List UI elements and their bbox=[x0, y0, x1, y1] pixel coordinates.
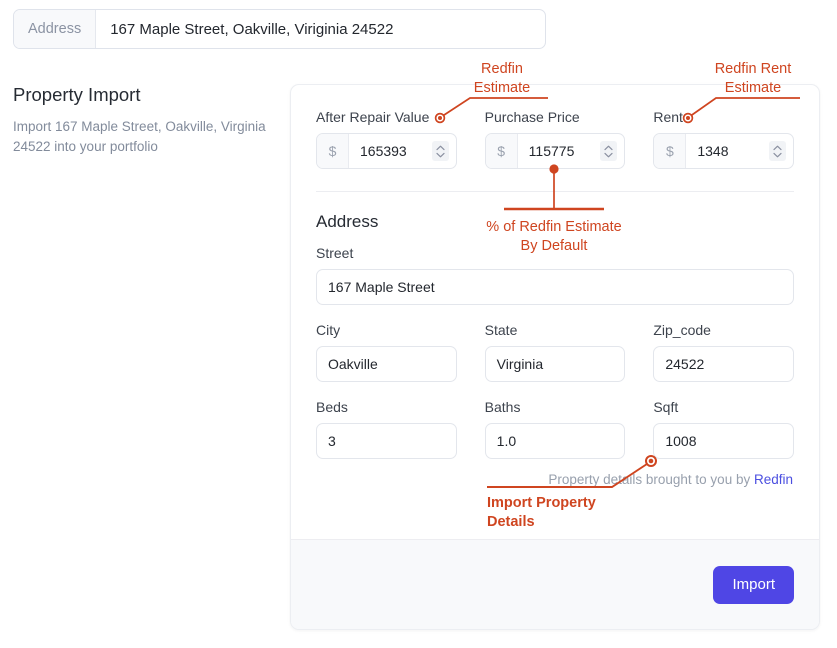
redfin-link[interactable]: Redfin bbox=[754, 472, 793, 487]
rent-input-group[interactable]: $ 1348 bbox=[653, 133, 795, 169]
baths-input[interactable]: 1.0 bbox=[486, 433, 625, 449]
city-label: City bbox=[316, 322, 341, 338]
field-rent: Rent $ 1348 bbox=[653, 109, 795, 169]
annotation-redfin-rent-line1: Redfin Rent bbox=[714, 61, 792, 77]
field-after-repair-value: After Repair Value $ 165393 bbox=[316, 109, 457, 169]
annotation-percent-line2: By Default bbox=[520, 238, 588, 255]
import-form: After Repair Value $ 165393 Purchase Pri… bbox=[291, 85, 819, 487]
purchase-price-label: Purchase Price bbox=[484, 109, 580, 125]
after-repair-value-label: After Repair Value bbox=[316, 109, 430, 125]
redfin-credit-text: Property details brought to you by bbox=[548, 472, 754, 487]
field-beds: Beds 3 bbox=[316, 399, 457, 459]
annotation-percent-line1: % of Redfin Estimate bbox=[486, 219, 622, 235]
currency-icon: $ bbox=[654, 134, 687, 168]
beds-input[interactable]: 3 bbox=[317, 433, 456, 449]
zip-code-input-group[interactable]: 24522 bbox=[653, 346, 795, 382]
annotation-redfin-rent-line2: Estimate bbox=[724, 80, 782, 97]
field-baths: Baths 1.0 bbox=[484, 399, 626, 459]
number-stepper-icon[interactable] bbox=[431, 141, 449, 161]
number-stepper-icon[interactable] bbox=[600, 141, 618, 161]
financials-row: After Repair Value $ 165393 Purchase Pri… bbox=[316, 109, 795, 169]
annotation-redfin-estimate-line2: Estimate bbox=[473, 80, 531, 97]
field-purchase-price: Purchase Price $ 115775 bbox=[484, 109, 626, 169]
beds-baths-sqft-row: Beds 3 Baths 1.0 Sqft 1008 bbox=[316, 399, 795, 459]
beds-input-group[interactable]: 3 bbox=[316, 423, 457, 459]
field-city: City Oakville bbox=[316, 322, 457, 382]
page-description: Import 167 Maple Street, Oakville, Virgi… bbox=[13, 119, 266, 154]
address-input[interactable]: 167 Maple Street, Oakville, Viriginia 24… bbox=[96, 10, 545, 48]
address-search-bar[interactable]: Address 167 Maple Street, Oakville, Viri… bbox=[13, 9, 546, 49]
after-repair-value-input[interactable]: 165393 bbox=[349, 143, 432, 159]
zip-code-input[interactable]: 24522 bbox=[654, 356, 793, 372]
annotation-import-property-details: Import Property Details bbox=[487, 495, 596, 531]
card-footer: Import bbox=[291, 539, 819, 629]
state-input[interactable]: Virginia bbox=[486, 356, 625, 372]
page-title: Property Import bbox=[13, 84, 141, 105]
street-input-group[interactable]: 167 Maple Street bbox=[316, 269, 794, 305]
address-bar-label: Address bbox=[14, 10, 97, 48]
zip-code-label: Zip_code bbox=[653, 322, 711, 338]
import-button[interactable]: Import bbox=[713, 565, 794, 604]
state-label: State bbox=[484, 322, 518, 338]
city-input-group[interactable]: Oakville bbox=[316, 346, 457, 382]
beds-label: Beds bbox=[316, 399, 348, 415]
section-divider bbox=[316, 191, 794, 192]
field-state: State Virginia bbox=[484, 322, 626, 382]
annotation-redfin-rent-estimate: Redfin Rent Estimate bbox=[693, 60, 813, 99]
state-input-group[interactable]: Virginia bbox=[484, 346, 626, 382]
rent-input[interactable]: 1348 bbox=[686, 143, 769, 159]
sqft-label: Sqft bbox=[653, 399, 679, 415]
annotation-redfin-estimate: Redfin Estimate bbox=[462, 60, 542, 99]
currency-icon: $ bbox=[485, 134, 518, 168]
city-input[interactable]: Oakville bbox=[317, 356, 456, 372]
field-sqft: Sqft 1008 bbox=[653, 399, 795, 459]
baths-input-group[interactable]: 1.0 bbox=[484, 423, 626, 459]
annotation-redfin-estimate-line1: Redfin bbox=[481, 61, 523, 77]
property-import-card: After Repair Value $ 165393 Purchase Pri… bbox=[290, 84, 820, 630]
city-state-zip-row: City Oakville State Virginia Zip_code 24… bbox=[316, 322, 795, 382]
currency-icon: $ bbox=[317, 134, 349, 168]
field-zip-code: Zip_code 24522 bbox=[653, 322, 795, 382]
rent-label: Rent bbox=[653, 109, 683, 125]
purchase-price-input-group[interactable]: $ 115775 bbox=[484, 133, 626, 169]
redfin-credit: Property details brought to you by Redfi… bbox=[316, 472, 794, 487]
annotation-percent-of-redfin-estimate: % of Redfin Estimate By Default bbox=[464, 218, 644, 257]
number-stepper-icon[interactable] bbox=[769, 141, 787, 161]
street-input[interactable]: 167 Maple Street bbox=[317, 279, 793, 295]
baths-label: Baths bbox=[484, 399, 521, 415]
sqft-input[interactable]: 1008 bbox=[654, 433, 793, 449]
left-panel: Property Import Import 167 Maple Street,… bbox=[13, 84, 275, 157]
sqft-input-group[interactable]: 1008 bbox=[653, 423, 795, 459]
purchase-price-input[interactable]: 115775 bbox=[518, 143, 601, 159]
after-repair-value-input-group[interactable]: $ 165393 bbox=[316, 133, 457, 169]
